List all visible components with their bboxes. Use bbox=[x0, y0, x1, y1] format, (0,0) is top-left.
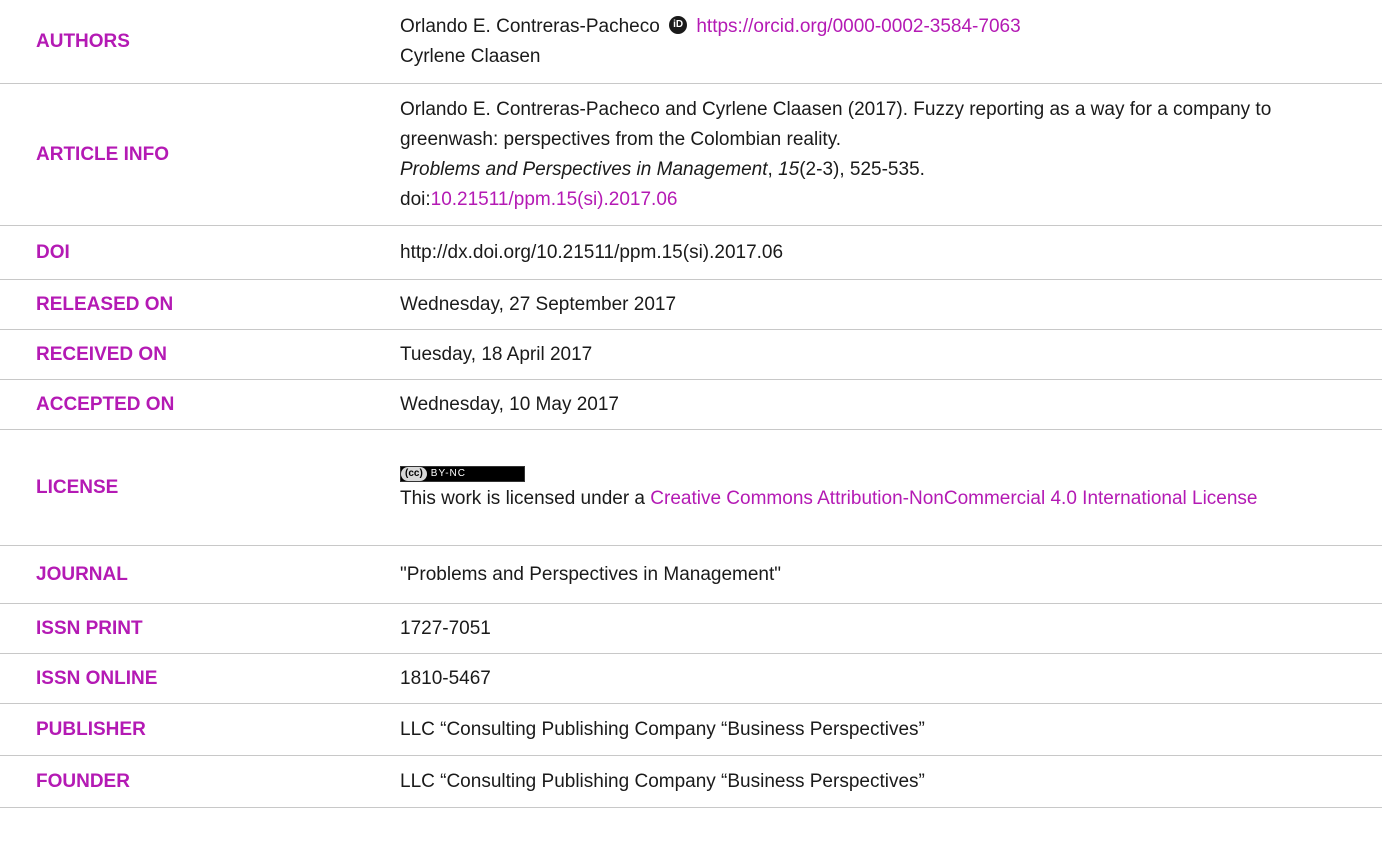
citation-main: Orlando E. Contreras-Pacheco and Cyrlene… bbox=[400, 98, 1272, 150]
received-on-value: Tuesday, 18 April 2017 bbox=[400, 343, 593, 365]
citation-doi-prefix: doi: bbox=[400, 188, 431, 210]
row-doi: DOI http://dx.doi.org/10.21511/ppm.15(si… bbox=[0, 226, 1382, 280]
license-text: This work is licensed under a Creative C… bbox=[400, 484, 1362, 514]
license-label: LICENSE bbox=[36, 476, 119, 498]
doi-label: DOI bbox=[36, 241, 70, 263]
row-founder: FOUNDER LLC “Consulting Publishing Compa… bbox=[0, 756, 1382, 808]
issn-online-label: ISSN ONLINE bbox=[36, 667, 158, 689]
journal-label: JOURNAL bbox=[36, 563, 128, 585]
row-license: LICENSE (cc) BY-NC This work is licensed… bbox=[0, 430, 1382, 546]
cc-badge-by: BY-NC bbox=[430, 468, 466, 479]
publisher-value: LLC “Consulting Publishing Company “Busi… bbox=[400, 718, 925, 740]
citation-issue-pages: (2-3), 525-535. bbox=[799, 158, 925, 180]
issn-print-label: ISSN PRINT bbox=[36, 617, 143, 639]
accepted-on-value: Wednesday, 10 May 2017 bbox=[400, 393, 619, 415]
row-released-on: RELEASED ON Wednesday, 27 September 2017 bbox=[0, 280, 1382, 330]
citation-doi-link[interactable]: 10.21511/ppm.15(si).2017.06 bbox=[431, 189, 678, 210]
license-text-prefix: This work is licensed under a bbox=[400, 488, 651, 509]
orcid-icon: iD bbox=[669, 16, 688, 35]
row-issn-print: ISSN PRINT 1727-7051 bbox=[0, 604, 1382, 654]
author-name-2: Cyrlene Claasen bbox=[400, 45, 541, 67]
released-on-label: RELEASED ON bbox=[36, 293, 174, 315]
publisher-label: PUBLISHER bbox=[36, 718, 146, 740]
cc-license-icon: (cc) BY-NC bbox=[400, 466, 525, 482]
article-info-value: Orlando E. Contreras-Pacheco and Cyrlene… bbox=[400, 84, 1382, 225]
row-received-on: RECEIVED ON Tuesday, 18 April 2017 bbox=[0, 330, 1382, 380]
row-article-info: ARTICLE INFO Orlando E. Contreras-Pachec… bbox=[0, 84, 1382, 226]
citation-volume: 15 bbox=[778, 158, 800, 180]
citation-journal: Problems and Perspectives in Management bbox=[400, 158, 768, 180]
citation-sep: , bbox=[767, 158, 779, 180]
received-on-label: RECEIVED ON bbox=[36, 343, 167, 365]
author-name-1: Orlando E. Contreras-Pacheco bbox=[400, 15, 660, 37]
row-authors: AUTHORS Orlando E. Contreras-Pacheco iD … bbox=[0, 0, 1382, 84]
article-info-label: ARTICLE INFO bbox=[36, 143, 169, 165]
founder-label: FOUNDER bbox=[36, 770, 130, 792]
authors-label: AUTHORS bbox=[36, 30, 130, 52]
orcid-link[interactable]: https://orcid.org/0000-0002-3584-7063 bbox=[696, 16, 1020, 37]
accepted-on-label: ACCEPTED ON bbox=[36, 393, 175, 415]
issn-online-value: 1810-5467 bbox=[400, 667, 491, 689]
author-line-1: Orlando E. Contreras-Pacheco iD https://… bbox=[400, 12, 1362, 42]
cc-badge-cc: (cc) bbox=[401, 467, 427, 481]
citation-text: Orlando E. Contreras-Pacheco and Cyrlene… bbox=[400, 95, 1362, 215]
journal-value: "Problems and Perspectives in Management… bbox=[400, 563, 782, 585]
cc-badge-wrap: (cc) BY-NC bbox=[400, 461, 1362, 482]
doi-value: http://dx.doi.org/10.21511/ppm.15(si).20… bbox=[400, 241, 784, 263]
row-journal: JOURNAL "Problems and Perspectives in Ma… bbox=[0, 546, 1382, 604]
founder-value: LLC “Consulting Publishing Company “Busi… bbox=[400, 770, 925, 792]
released-on-value: Wednesday, 27 September 2017 bbox=[400, 293, 677, 315]
authors-value: Orlando E. Contreras-Pacheco iD https://… bbox=[400, 0, 1382, 83]
row-accepted-on: ACCEPTED ON Wednesday, 10 May 2017 bbox=[0, 380, 1382, 430]
article-metadata-table: AUTHORS Orlando E. Contreras-Pacheco iD … bbox=[0, 0, 1382, 808]
row-publisher: PUBLISHER LLC “Consulting Publishing Com… bbox=[0, 704, 1382, 756]
license-link[interactable]: Creative Commons Attribution-NonCommerci… bbox=[650, 488, 1257, 509]
license-value: (cc) BY-NC This work is licensed under a… bbox=[400, 430, 1382, 545]
issn-print-value: 1727-7051 bbox=[400, 617, 491, 639]
row-issn-online: ISSN ONLINE 1810-5467 bbox=[0, 654, 1382, 704]
